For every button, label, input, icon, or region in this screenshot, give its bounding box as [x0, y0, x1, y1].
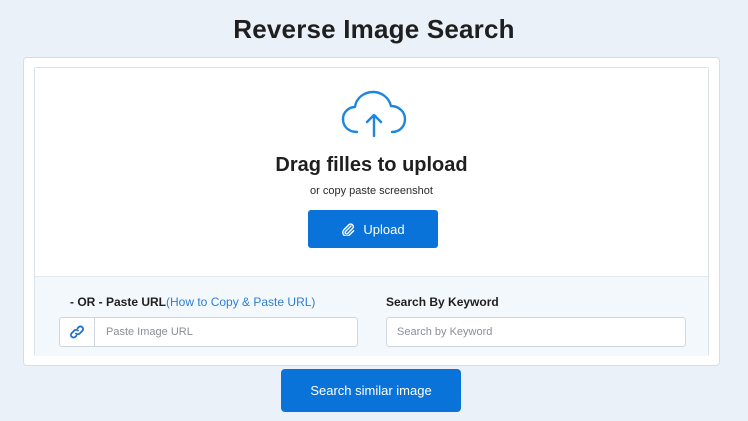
search-card: Drag filles to upload or copy paste scre…: [23, 57, 720, 366]
paste-url-label: - OR - Paste URL(How to Copy & Paste URL…: [70, 295, 315, 309]
upload-dropzone[interactable]: Drag filles to upload or copy paste scre…: [34, 67, 709, 356]
paste-url-field[interactable]: [59, 317, 358, 347]
link-icon: [70, 325, 84, 339]
how-to-copy-paste-url-link[interactable]: (How to Copy & Paste URL): [166, 295, 315, 309]
upload-button-label: Upload: [363, 221, 405, 237]
dropzone-upload-area[interactable]: Drag filles to upload or copy paste scre…: [35, 68, 708, 276]
paste-url-input[interactable]: [106, 324, 346, 340]
paste-url-label-text: - OR - Paste URL: [70, 295, 167, 309]
link-icon-box: [60, 318, 95, 346]
upload-button[interactable]: Upload: [308, 210, 438, 248]
drag-files-subtitle: or copy paste screenshot: [310, 185, 433, 197]
paperclip-icon: [342, 223, 355, 236]
drag-files-title: Drag filles to upload: [275, 154, 468, 176]
keyword-field[interactable]: [386, 317, 686, 347]
search-keyword-input[interactable]: [397, 324, 675, 340]
search-by-keyword-label: Search By Keyword: [386, 295, 499, 309]
page-title: Reverse Image Search: [233, 14, 515, 44]
search-options-panel: - OR - Paste URL(How to Copy & Paste URL…: [35, 276, 708, 356]
search-similar-image-button[interactable]: Search similar image: [281, 369, 461, 412]
cloud-upload-icon: [341, 90, 407, 138]
